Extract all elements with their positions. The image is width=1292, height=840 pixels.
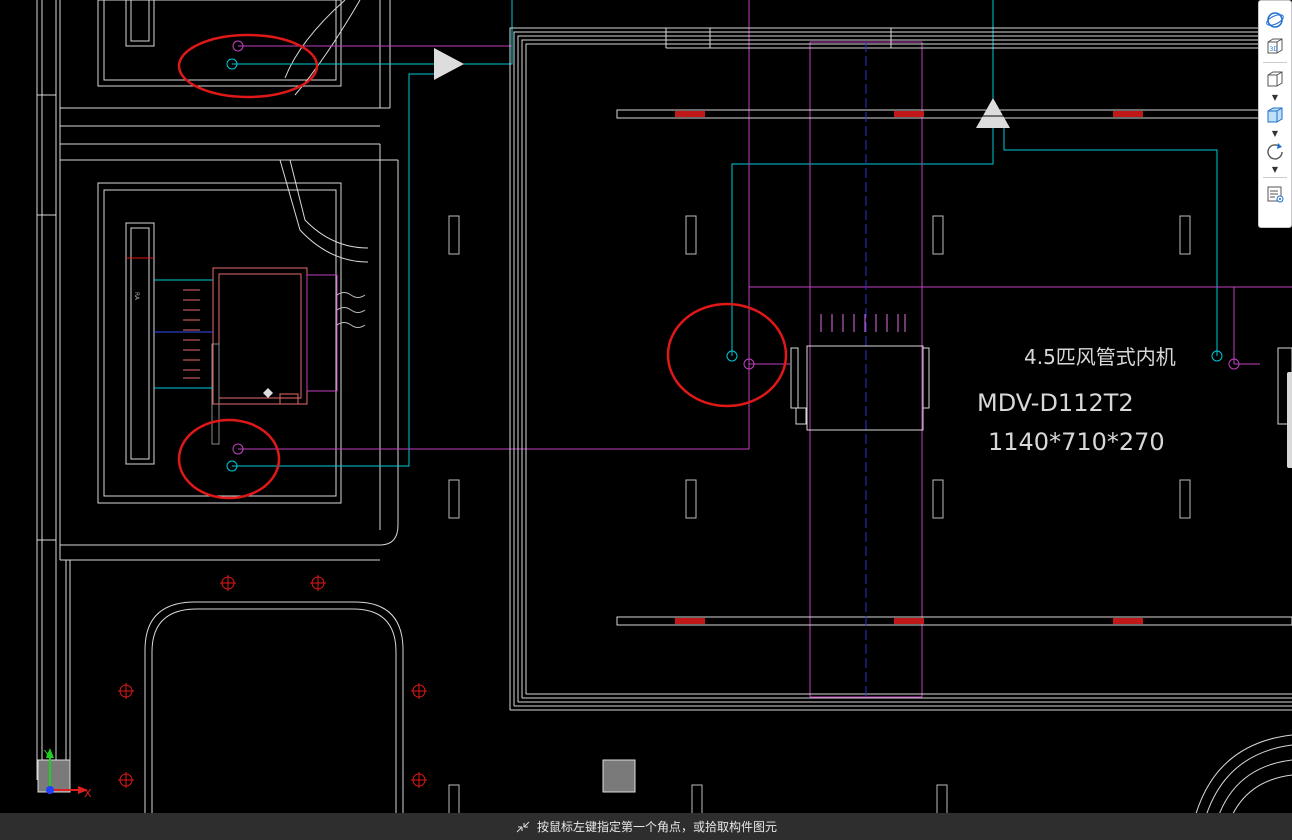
- command-status-bar: 按鼠标左键指定第一个角点，或拾取构件图元: [0, 813, 1292, 840]
- pick-corner-icon: [515, 820, 531, 834]
- box-solid-button[interactable]: [1262, 103, 1288, 127]
- side-panel-handle[interactable]: [1287, 372, 1292, 468]
- toolbar-divider: [1263, 62, 1287, 63]
- box-view-dropdown-icon[interactable]: ▼: [1262, 92, 1288, 102]
- svg-text:3D: 3D: [1270, 46, 1279, 53]
- unit-model-label: MDV-D112T2: [977, 389, 1134, 417]
- toolbar-divider: [1263, 177, 1287, 178]
- view-toolbar: 3D ▼ ▼ ▼: [1258, 0, 1292, 228]
- view-3d-button[interactable]: 3D: [1262, 34, 1288, 58]
- grey-block-center: [602, 759, 636, 793]
- properties-list-button[interactable]: [1262, 182, 1288, 206]
- box-solid-icon: [1267, 107, 1283, 123]
- ucs-y-label: Y: [43, 748, 51, 761]
- orbit-icon: [1266, 12, 1284, 28]
- rotate-icon: [1267, 143, 1283, 160]
- orbit-button[interactable]: [1262, 8, 1288, 32]
- unit-name-label: 4.5匹风管式内机: [1024, 345, 1176, 369]
- properties-list-icon: [1267, 186, 1284, 203]
- rotate-dropdown-icon[interactable]: ▼: [1262, 164, 1288, 174]
- ucs-x-label: X: [84, 787, 92, 800]
- unit-dimension-label: 1140*710*270: [988, 428, 1165, 456]
- box-view-button[interactable]: [1262, 67, 1288, 91]
- rev-label: RA: [133, 292, 140, 301]
- status-prompt: 按鼠标左键指定第一个角点，或拾取构件图元: [536, 820, 777, 834]
- box-solid-dropdown-icon[interactable]: ▼: [1262, 128, 1288, 138]
- box-view-icon: [1267, 71, 1283, 87]
- cad-drawing-canvas[interactable]: RA 4.5匹风管式内机 MDV-D112T2 1140*710*270 Y X: [0, 0, 1292, 840]
- grey-block-left: [37, 759, 71, 793]
- rotate-button[interactable]: [1262, 139, 1288, 163]
- view-3d-icon: 3D: [1267, 38, 1283, 54]
